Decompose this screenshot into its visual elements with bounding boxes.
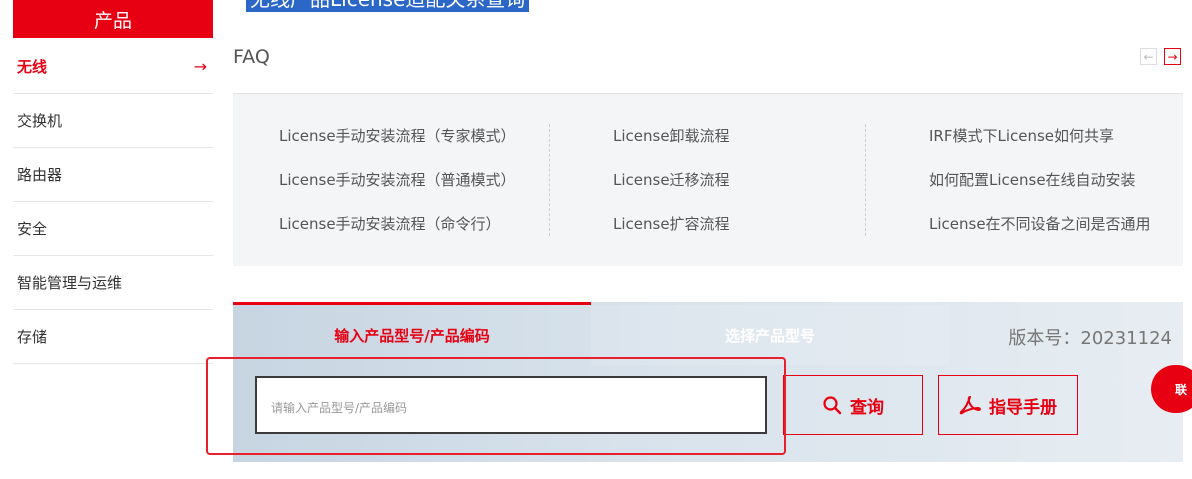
sidebar-header: 产品 — [13, 0, 213, 38]
faq-link[interactable]: License手动安装流程（普通模式） — [279, 156, 516, 200]
sidebar-item-label: 智能管理与运维 — [17, 274, 123, 292]
sidebar-item-storage[interactable]: 存储 — [13, 310, 213, 364]
sidebar-item-router[interactable]: 路由器 — [13, 148, 213, 202]
manual-button-label: 指导手册 — [989, 397, 1057, 418]
query-button[interactable]: 查询 — [783, 375, 923, 435]
arrow-left-icon[interactable]: ← — [1140, 48, 1157, 65]
faq-title: FAQ — [233, 46, 270, 68]
sidebar-item-label: 无线 — [17, 58, 48, 76]
faq-link[interactable]: License扩容流程 — [613, 200, 730, 244]
search-input[interactable] — [255, 376, 767, 434]
sidebar-item-label: 存储 — [17, 328, 48, 346]
faq-link[interactable]: IRF模式下License如何共享 — [929, 112, 1151, 156]
faq-link[interactable]: License迁移流程 — [613, 156, 730, 200]
sidebar-item-label: 交换机 — [17, 112, 63, 130]
query-panel: 输入产品型号/产品编码 选择产品型号 版本号：20231124 查询 指导手册 — [233, 302, 1183, 462]
version-label: 版本号：20231124 — [1008, 328, 1172, 349]
tab-select-model[interactable]: 选择产品型号 — [591, 305, 949, 365]
arrow-right-icon: → — [193, 57, 207, 76]
faq-link[interactable]: License卸载流程 — [613, 112, 730, 156]
faq-link[interactable]: License手动安装流程（命令行） — [279, 200, 516, 244]
arrow-right-icon[interactable]: → — [1164, 48, 1181, 65]
sidebar-item-wireless[interactable]: 无线 → — [13, 40, 213, 94]
faq-link[interactable]: 如何配置License在线自动安装 — [929, 156, 1151, 200]
faq-column: License手动安装流程（专家模式） License手动安装流程（普通模式） … — [279, 112, 516, 244]
sidebar-item-switch[interactable]: 交换机 — [13, 94, 213, 148]
faq-list: License手动安装流程（专家模式） License手动安装流程（普通模式） … — [233, 94, 1183, 266]
faq-column: License卸载流程 License迁移流程 License扩容流程 — [613, 112, 730, 244]
query-button-label: 查询 — [850, 397, 884, 418]
faq-link[interactable]: License在不同设备之间是否通用 — [929, 200, 1151, 244]
manual-button[interactable]: 指导手册 — [938, 375, 1078, 435]
sidebar-item-security[interactable]: 安全 — [13, 202, 213, 256]
search-icon — [823, 396, 842, 415]
sidebar-item-management[interactable]: 智能管理与运维 — [13, 256, 213, 310]
sidebar-item-label: 路由器 — [17, 166, 63, 184]
faq-column: IRF模式下License如何共享 如何配置License在线自动安装 Lice… — [929, 112, 1151, 244]
pdf-icon — [959, 396, 981, 415]
divider — [549, 124, 550, 236]
divider — [865, 124, 866, 236]
page-title: 无线产品License适配关系查询 — [246, 0, 530, 12]
faq-link[interactable]: License手动安装流程（专家模式） — [279, 112, 516, 156]
contact-button[interactable]: 联 — [1151, 365, 1192, 413]
sidebar: 无线 → 交换机 路由器 安全 智能管理与运维 存储 — [13, 40, 213, 364]
tab-input-model[interactable]: 输入产品型号/产品编码 — [233, 305, 591, 365]
sidebar-item-label: 安全 — [17, 220, 48, 238]
